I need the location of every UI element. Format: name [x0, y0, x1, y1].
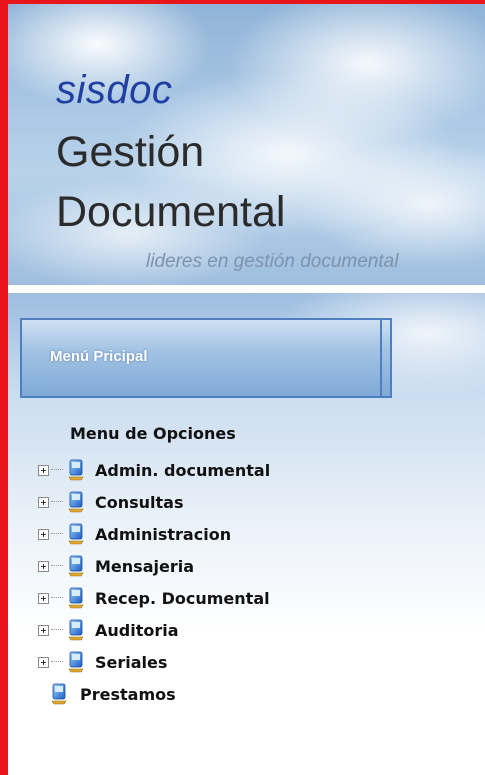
tree-item[interactable]: Seriales	[38, 646, 270, 678]
plus-box-icon[interactable]	[38, 464, 49, 476]
tree-connector	[51, 597, 63, 599]
main-menu-title: Menú Pricipal	[50, 348, 148, 365]
brand-name: sisdoc	[56, 68, 173, 112]
tree-connector	[51, 533, 63, 535]
computer-icon	[50, 683, 68, 705]
tree-item[interactable]: Administracion	[38, 518, 270, 550]
options-heading: Menu de Opciones	[70, 424, 236, 443]
plus-box-icon[interactable]	[38, 496, 49, 508]
tree-item-label: Prestamos	[80, 684, 176, 704]
tagline: lideres en gestión documental	[146, 251, 399, 272]
plus-box-icon[interactable]	[38, 592, 49, 604]
tree-connector	[51, 565, 63, 567]
computer-icon	[67, 587, 85, 609]
tree-item[interactable]: Recep. Documental	[38, 582, 270, 614]
tree-item-label: Administracion	[95, 524, 232, 544]
computer-icon	[67, 619, 85, 641]
tree-connector	[51, 501, 63, 503]
tree-item-label: Recep. Documental	[95, 588, 270, 608]
plus-box-icon[interactable]	[38, 656, 49, 668]
tree-item-label: Seriales	[95, 652, 168, 672]
tree-connector	[51, 661, 63, 663]
tree-item[interactable]: Consultas	[38, 486, 270, 518]
main-menu-header[interactable]: Menú Pricipal	[20, 318, 392, 398]
app-title-line-2: Documental	[56, 188, 286, 236]
tree-item[interactable]: Auditoria	[38, 614, 270, 646]
tree-connector	[51, 629, 63, 631]
computer-icon	[67, 491, 85, 513]
tree-item[interactable]: Prestamos	[38, 678, 270, 710]
options-tree: Admin. documental Consultas Administraci…	[38, 454, 270, 710]
page-frame: sisdoc Gestión Documental lideres en ges…	[0, 0, 485, 775]
tree-connector	[51, 469, 63, 471]
computer-icon	[67, 651, 85, 673]
app-title-line-1: Gestión	[56, 128, 205, 176]
computer-icon	[67, 523, 85, 545]
menu-box-divider	[380, 320, 382, 396]
computer-icon	[67, 555, 85, 577]
tree-item-label: Auditoria	[95, 620, 179, 640]
header-banner: sisdoc Gestión Documental lideres en ges…	[8, 4, 485, 285]
plus-box-icon[interactable]	[38, 624, 49, 636]
plus-box-icon[interactable]	[38, 560, 49, 572]
tree-item-label: Consultas	[95, 492, 184, 512]
computer-icon	[67, 459, 85, 481]
tree-item-label: Mensajeria	[95, 556, 194, 576]
plus-box-icon[interactable]	[38, 528, 49, 540]
tree-item[interactable]: Admin. documental	[38, 454, 270, 486]
tree-item-label: Admin. documental	[95, 460, 271, 480]
tree-item[interactable]: Mensajeria	[38, 550, 270, 582]
